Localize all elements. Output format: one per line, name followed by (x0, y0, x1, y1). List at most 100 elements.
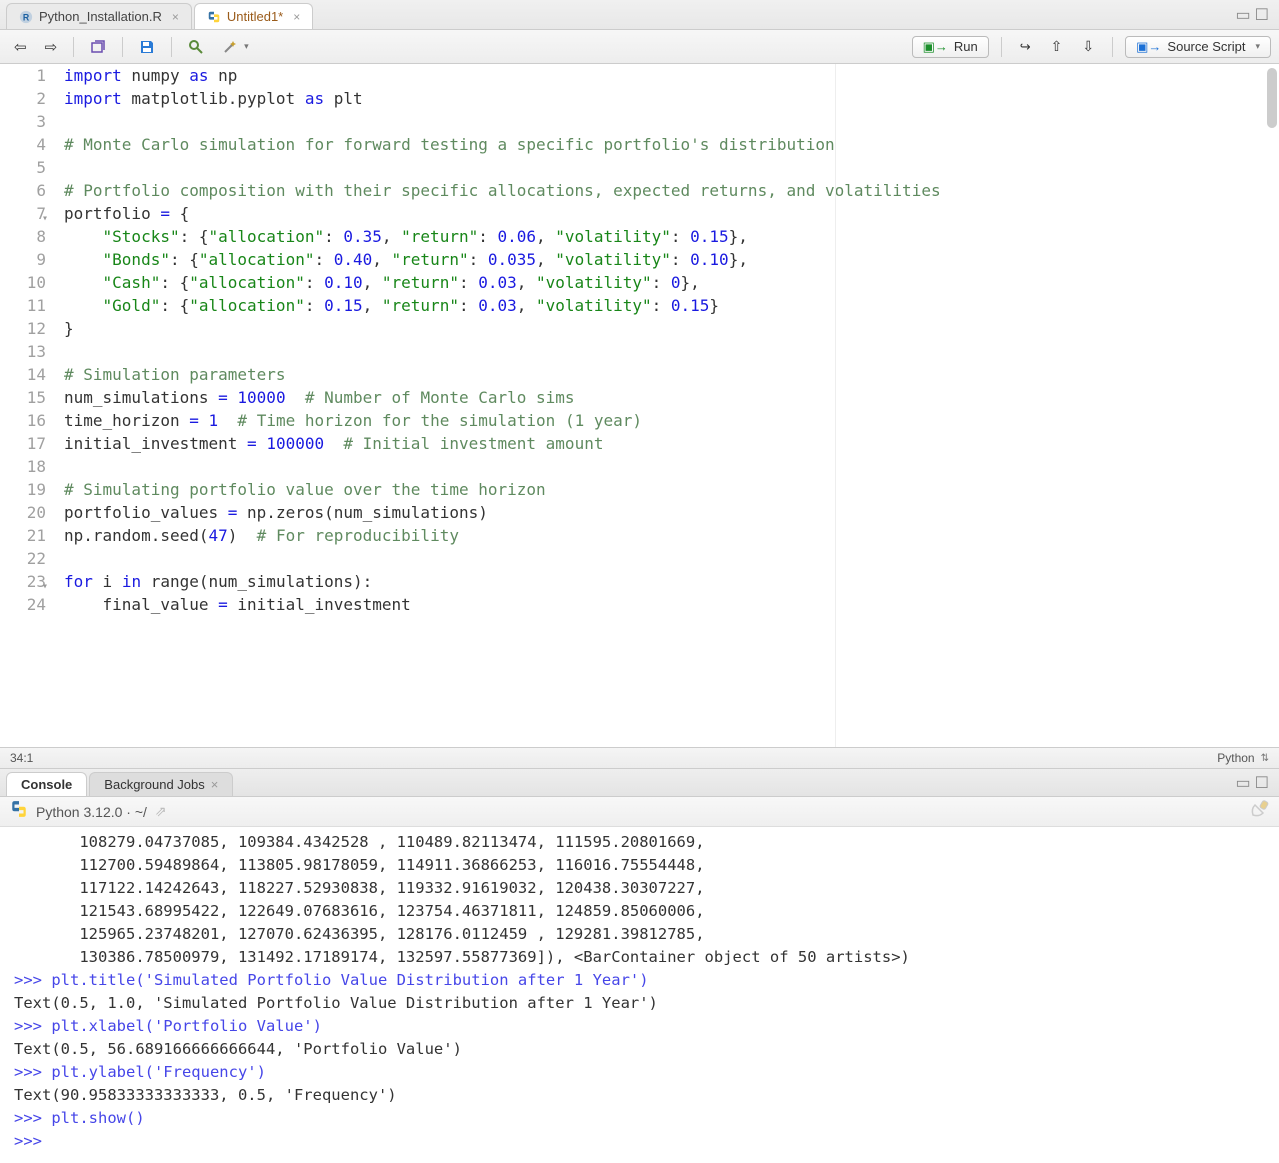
editor-toolbar: ⇦ ⇨ ▾ ▣→ Run ↪ ⇧ ⇩ ▣→ Source Script ▾ (0, 30, 1279, 64)
line-number: 23 (0, 570, 46, 593)
close-icon[interactable]: × (293, 10, 300, 24)
tab-label: Console (21, 777, 72, 792)
line-number: 19 (0, 478, 46, 501)
line-gutter: 123456789101112131415161718192021222324 (0, 64, 56, 747)
line-number: 3 (0, 110, 46, 133)
vertical-scrollbar[interactable] (1267, 68, 1277, 128)
run-button[interactable]: ▣→ Run (912, 36, 989, 58)
console-header: Python 3.12.0 · ~/ ⇗ (0, 797, 1279, 827)
code-line[interactable]: np.random.seed(47) # For reproducibility (64, 524, 1279, 547)
share-icon[interactable]: ⇗ (155, 803, 167, 820)
code-line[interactable]: # Portfolio composition with their speci… (64, 179, 1279, 202)
code-line[interactable] (64, 455, 1279, 478)
line-number: 14 (0, 363, 46, 386)
code-line[interactable]: import numpy as np (64, 64, 1279, 87)
tab-label: Background Jobs (104, 777, 204, 792)
code-line[interactable] (64, 156, 1279, 179)
console-line: 108279.04737085, 109384.4342528 , 110489… (14, 831, 1269, 854)
rerun-button[interactable]: ↪ (1014, 37, 1037, 57)
line-number: 24 (0, 593, 46, 616)
code-line[interactable] (64, 110, 1279, 133)
close-icon[interactable]: × (211, 777, 219, 792)
line-number: 11 (0, 294, 46, 317)
minimize-pane-icon[interactable]: ▭ (1236, 5, 1251, 25)
line-number: 1 (0, 64, 46, 87)
show-in-new-window-button[interactable] (84, 37, 112, 57)
tab-label: Python_Installation.R (39, 9, 162, 24)
code-line[interactable]: "Gold": {"allocation": 0.15, "return": 0… (64, 294, 1279, 317)
close-icon[interactable]: × (172, 10, 179, 24)
clear-console-icon[interactable] (1249, 803, 1269, 823)
code-editor[interactable]: 123456789101112131415161718192021222324 … (0, 64, 1279, 747)
console-line: Text(0.5, 56.689166666666644, 'Portfolio… (14, 1038, 1269, 1061)
console-line: >>> (14, 1130, 1269, 1153)
forward-button[interactable]: ⇨ (39, 36, 64, 58)
line-number: 16 (0, 409, 46, 432)
tab-console[interactable]: Console (6, 772, 87, 796)
code-line[interactable]: # Monte Carlo simulation for forward tes… (64, 133, 1279, 156)
code-line[interactable]: "Bonds": {"allocation": 0.40, "return": … (64, 248, 1279, 271)
editor-tabstrip: R Python_Installation.R × Untitled1* × ▭… (0, 0, 1279, 30)
code-line[interactable]: portfolio_values = np.zeros(num_simulati… (64, 501, 1279, 524)
go-prev-section-button[interactable]: ⇧ (1045, 36, 1069, 57)
python-icon (10, 800, 28, 823)
pane-window-controls: ▭ ☐ (1236, 769, 1279, 796)
save-button[interactable] (133, 37, 161, 57)
tab-untitled1[interactable]: Untitled1* × (194, 3, 313, 29)
console-tabstrip: Console Background Jobs × ▭ ☐ (0, 769, 1279, 797)
language-dropdown-icon[interactable]: ⇅ (1261, 753, 1269, 764)
minimize-pane-icon[interactable]: ▭ (1236, 773, 1251, 793)
code-line[interactable]: final_value = initial_investment (64, 593, 1279, 616)
code-line[interactable]: num_simulations = 10000 # Number of Mont… (64, 386, 1279, 409)
line-number: 5 (0, 156, 46, 179)
console-line: 125965.23748201, 127070.62436395, 128176… (14, 923, 1269, 946)
code-line[interactable]: # Simulating portfolio value over the ti… (64, 478, 1279, 501)
line-number: 8 (0, 225, 46, 248)
language-indicator[interactable]: Python (1217, 751, 1254, 765)
code-tools-button[interactable]: ▾ (216, 37, 255, 57)
run-icon: ▣→ (923, 39, 948, 55)
console-line: 130386.78500979, 131492.17189174, 132597… (14, 946, 1269, 969)
code-line[interactable]: time_horizon = 1 # Time horizon for the … (64, 409, 1279, 432)
source-label: Source Script (1167, 39, 1245, 54)
maximize-pane-icon[interactable]: ☐ (1255, 5, 1269, 25)
run-label: Run (954, 39, 978, 54)
r-file-icon: R (19, 10, 33, 24)
line-number: 9 (0, 248, 46, 271)
go-next-section-button[interactable]: ⇩ (1076, 36, 1100, 57)
code-line[interactable]: "Cash": {"allocation": 0.10, "return": 0… (64, 271, 1279, 294)
cursor-position: 34:1 (10, 751, 33, 765)
find-button[interactable] (182, 37, 210, 57)
line-number: 12 (0, 317, 46, 340)
code-line[interactable]: import matplotlib.pyplot as plt (64, 87, 1279, 110)
python-file-icon (207, 10, 221, 24)
code-line[interactable]: for i in range(num_simulations): (64, 570, 1279, 593)
console-line: 112700.59489864, 113805.98178059, 114911… (14, 854, 1269, 877)
maximize-pane-icon[interactable]: ☐ (1255, 773, 1269, 793)
margin-rule (835, 64, 836, 747)
code-line[interactable]: # Simulation parameters (64, 363, 1279, 386)
console-line: 121543.68995422, 122649.07683616, 123754… (14, 900, 1269, 923)
console-line: >>> plt.xlabel('Portfolio Value') (14, 1015, 1269, 1038)
line-number: 6 (0, 179, 46, 202)
code-line[interactable]: "Stocks": {"allocation": 0.35, "return":… (64, 225, 1279, 248)
console-line: 117122.14242643, 118227.52930838, 119332… (14, 877, 1269, 900)
line-number: 4 (0, 133, 46, 156)
console-line: >>> plt.show() (14, 1107, 1269, 1130)
line-number: 20 (0, 501, 46, 524)
line-number: 21 (0, 524, 46, 547)
tab-python-installation[interactable]: R Python_Installation.R × (6, 3, 192, 29)
tab-background-jobs[interactable]: Background Jobs × (89, 772, 233, 796)
svg-text:R: R (23, 12, 30, 22)
code-body[interactable]: import numpy as npimport matplotlib.pypl… (56, 64, 1279, 747)
source-script-button[interactable]: ▣→ Source Script ▾ (1125, 36, 1271, 58)
console-line: Text(90.95833333333333, 0.5, 'Frequency'… (14, 1084, 1269, 1107)
pane-window-controls: ▭ ☐ (1236, 0, 1279, 29)
code-line[interactable]: portfolio = { (64, 202, 1279, 225)
back-button[interactable]: ⇦ (8, 36, 33, 58)
code-line[interactable]: } (64, 317, 1279, 340)
code-line[interactable] (64, 340, 1279, 363)
code-line[interactable] (64, 547, 1279, 570)
console-output[interactable]: 108279.04737085, 109384.4342528 , 110489… (0, 827, 1279, 1163)
code-line[interactable]: initial_investment = 100000 # Initial in… (64, 432, 1279, 455)
